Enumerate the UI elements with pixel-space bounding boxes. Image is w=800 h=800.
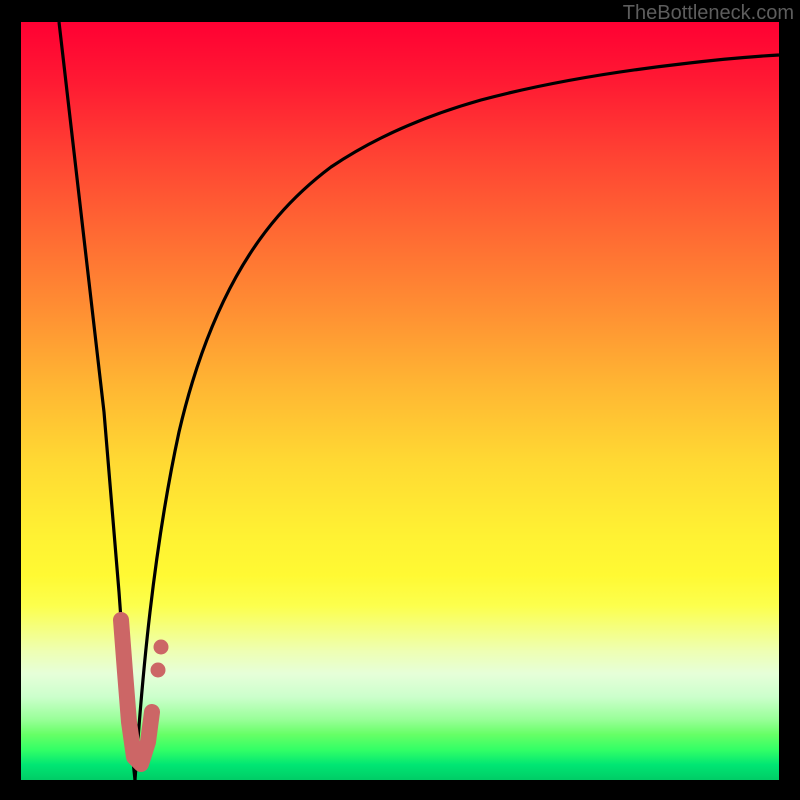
marker-dot-2 bbox=[154, 640, 169, 655]
watermark-text: TheBottleneck.com bbox=[623, 2, 794, 25]
chart-container: TheBottleneck.com bbox=[0, 0, 800, 800]
plot-area bbox=[21, 22, 779, 780]
chart-svg bbox=[21, 22, 779, 780]
curve-right-branch bbox=[135, 55, 779, 780]
marker-dot-1 bbox=[151, 663, 166, 678]
